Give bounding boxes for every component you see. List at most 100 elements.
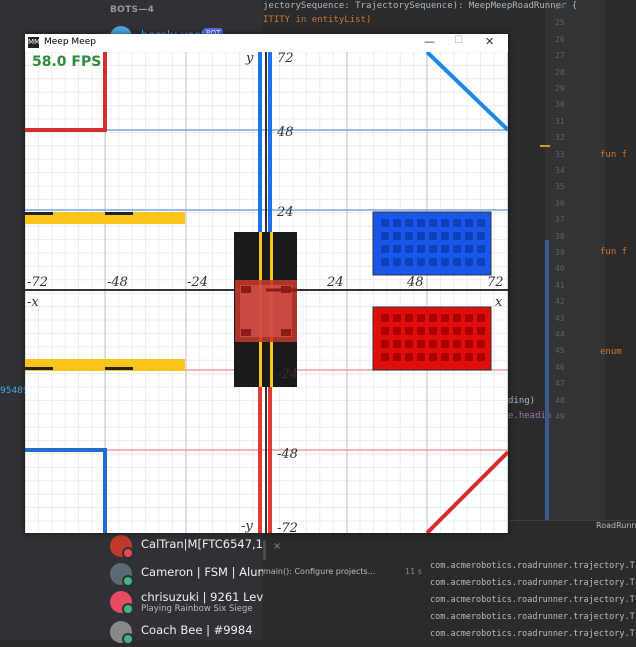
y-tick-label: -24 <box>277 367 298 382</box>
pixel-slot <box>453 314 461 322</box>
status-online-icon <box>122 575 134 587</box>
pixel-slot <box>441 232 449 240</box>
run-time: 11 s <box>405 567 422 576</box>
pixel-slot <box>477 258 485 266</box>
pixel-slot <box>441 245 449 253</box>
x-axis-label: x <box>495 295 503 310</box>
line-number: 24 <box>555 2 565 11</box>
x-tick-label: -48 <box>107 275 128 290</box>
pixel-slot <box>453 219 461 227</box>
line-number: 27 <box>555 51 565 61</box>
line-number: 38 <box>555 231 565 241</box>
fold-marker <box>540 145 550 147</box>
code-keyword: fun f <box>600 247 628 257</box>
pixel-slot <box>405 219 413 227</box>
field-canvas[interactable]: -72 -48 -24 24 48 72 -x x 72 48 24 -24 -… <box>25 52 508 533</box>
status-online-icon <box>122 603 134 615</box>
yellow-pixel-strip-bottom <box>25 359 185 371</box>
pixel-slot <box>465 258 473 266</box>
pixel-slot <box>441 327 449 335</box>
avatar <box>110 535 134 559</box>
pixel-slot <box>405 340 413 348</box>
pixel-slot <box>429 258 437 266</box>
fps-counter: 58.0 FPS <box>32 54 102 70</box>
line-number: 37 <box>555 215 565 225</box>
window-titlebar[interactable]: MM Meep Meep — ☐ ✕ <box>25 34 508 52</box>
run-tab[interactable]: RoadRunn <box>596 521 636 530</box>
close-button[interactable]: ✕ <box>485 35 494 48</box>
line-number: 30 <box>555 100 565 110</box>
pixel-slot <box>405 353 413 361</box>
pixel-slot <box>417 232 425 240</box>
blue-path-line <box>268 52 272 237</box>
pixel-slot <box>393 258 401 266</box>
pixel-slot <box>441 219 449 227</box>
pixel-slot <box>417 258 425 266</box>
pixel-slot <box>393 219 401 227</box>
pixel-slot <box>429 245 437 253</box>
line-number: 47 <box>555 379 565 389</box>
y-tick-label: 48 <box>276 125 294 140</box>
pixel-slot <box>381 314 389 322</box>
run-output-line: com.acmerobotics.roadrunner.trajectory.T… <box>430 561 636 571</box>
pixel-slot <box>429 353 437 361</box>
pixel-slot <box>477 245 485 253</box>
pixel-slot <box>477 232 485 240</box>
pixel-slot <box>453 327 461 335</box>
pixel-slot <box>417 314 425 322</box>
run-output-line: com.acmerobotics.roadrunner.trajectory.T… <box>430 595 636 605</box>
pixel-slot <box>477 353 485 361</box>
line-number: 40 <box>555 264 565 274</box>
member-row[interactable]: Coach Bee | #9984 <box>110 619 260 647</box>
x-tick-label: -72 <box>27 275 48 290</box>
robot[interactable] <box>235 280 297 342</box>
window-title: Meep Meep <box>44 37 96 47</box>
discord-member-list-lower: CalTran|M[FTC6547,1... Cameron | FSM | A… <box>0 533 284 645</box>
pixel-slot <box>465 353 473 361</box>
pixel-slot <box>477 314 485 322</box>
pixel-slot <box>453 232 461 240</box>
member-row[interactable]: Cameron | FSM | Alum... <box>110 561 280 589</box>
line-number: 44 <box>555 330 565 339</box>
member-row[interactable]: chrisuzuki | 9261 Level... Playing Rainb… <box>110 589 284 617</box>
pixel-slot <box>381 219 389 227</box>
pixel-slot <box>405 314 413 322</box>
pixel-slot <box>441 353 449 361</box>
member-row[interactable]: CalTran|M[FTC6547,1... <box>110 533 274 561</box>
line-number: 31 <box>555 116 565 126</box>
pixel-slot <box>417 353 425 361</box>
code-keyword: fun f <box>600 150 628 160</box>
pixel-slot <box>477 340 485 348</box>
maximize-button[interactable]: ☐ <box>454 35 463 46</box>
line-number: 35 <box>555 182 565 192</box>
y-tick-label: -48 <box>277 447 298 462</box>
line-number: 36 <box>555 198 565 208</box>
line-number: 46 <box>555 362 565 372</box>
pixel-slot <box>465 232 473 240</box>
scope-indicator <box>545 240 549 520</box>
y-axis-label: y <box>245 52 254 66</box>
app-icon: MM <box>28 37 41 48</box>
run-output-line: com.acmerobotics.roadrunner.trajectory.T… <box>430 629 636 639</box>
pixel-slot <box>465 340 473 348</box>
y-tick-label: 72 <box>277 52 294 66</box>
x-tick-label: 24 <box>326 275 344 290</box>
close-tab-icon[interactable]: × <box>273 541 281 552</box>
pixel-slot <box>405 258 413 266</box>
pixel-slot <box>393 314 401 322</box>
code-keyword: enum <box>600 347 622 357</box>
code-line: ITITY in entityList) <box>263 15 372 25</box>
avatar <box>110 563 134 587</box>
blue-backboard <box>372 211 492 276</box>
minimize-button[interactable]: — <box>424 35 435 48</box>
pixel-slot <box>417 245 425 253</box>
pixel-slot <box>429 232 437 240</box>
member-name: CalTran|M[FTC6547,1... <box>141 537 274 551</box>
pixel-slot <box>453 258 461 266</box>
members-section-header: BOTS—4 <box>110 5 155 15</box>
pixel-slot <box>465 245 473 253</box>
line-number: 48 <box>555 395 565 405</box>
pixel-slot <box>441 314 449 322</box>
pixel-slot <box>441 258 449 266</box>
line-number: 29 <box>555 84 565 93</box>
